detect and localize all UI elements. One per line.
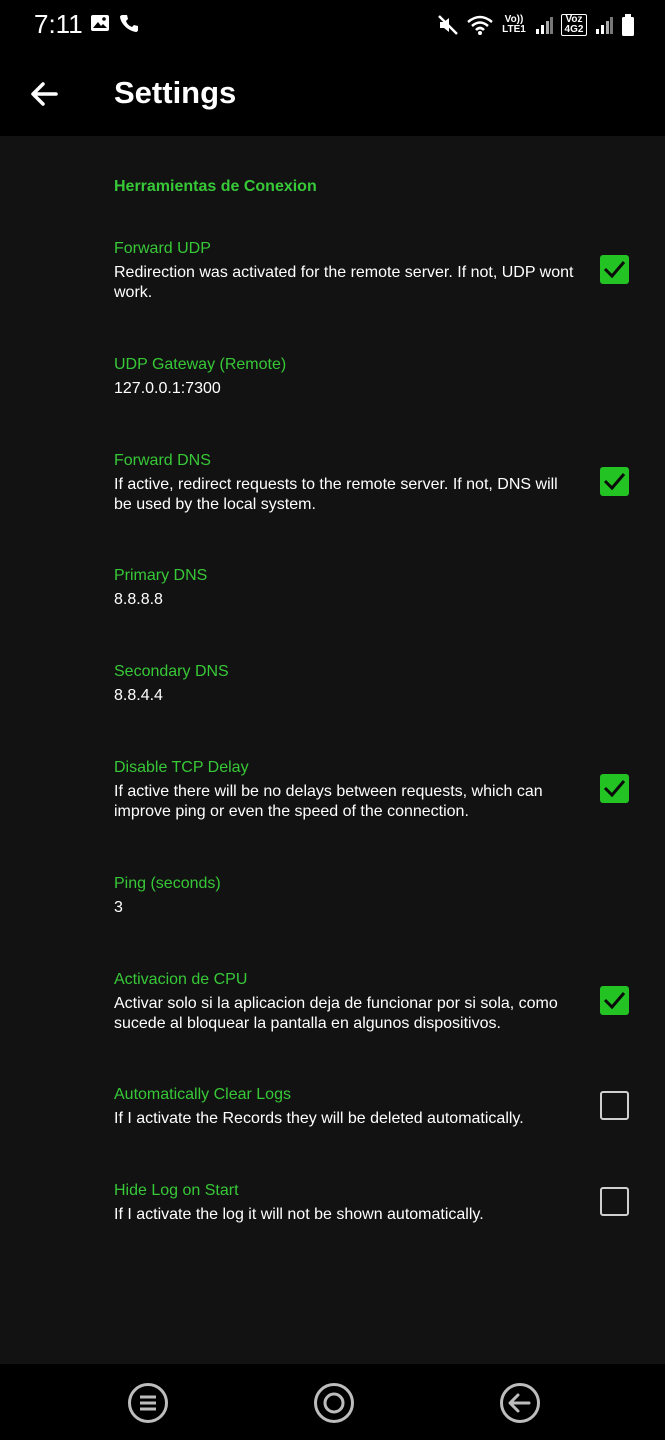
app-bar: Settings [0,50,665,136]
mute-icon [438,15,458,35]
pref-summary: Activar solo si la aplicacion deja de fu… [114,995,558,1032]
back-icon [500,1383,540,1423]
pref-summary: 3 [114,899,123,916]
page-title: Settings [114,75,237,110]
recents-icon [128,1383,168,1423]
pref-title: Secondary DNS [114,663,229,680]
home-icon [314,1383,354,1423]
image-icon [91,15,109,31]
checkbox-disable-tcp-delay[interactable] [600,774,629,803]
checkbox-hide-log-on-start[interactable] [600,1187,629,1216]
pref-summary: 127.0.0.1:7300 [114,380,221,397]
pref-title: Hide Log on Start [114,1182,239,1199]
phone-icon [120,15,138,32]
status-bar: 7:11 Vo)) LTE1 Voz 4G2 [0,0,665,50]
signal-icon [536,17,553,34]
pref-title: UDP Gateway (Remote) [114,356,287,373]
pref-summary: If active, redirect requests to the remo… [114,476,558,513]
back-button[interactable] [26,74,66,114]
check-icon [603,780,626,798]
arrow-left-icon [31,82,58,106]
pref-summary: If active there will be no delays betwee… [114,783,543,820]
checkbox-auto-clear-logs[interactable] [600,1091,629,1120]
check-icon [603,992,626,1010]
pref-summary: 8.8.4.4 [114,687,163,704]
pref-summary: If I activate the Records they will be d… [114,1110,524,1127]
battery-icon [622,14,634,36]
settings-list: Herramientas de Conexion Forward UDP Red… [0,136,665,1364]
pref-title: Primary DNS [114,567,208,584]
nav-bar [0,1364,665,1440]
pref-title: Disable TCP Delay [114,759,249,776]
pref-title: Activacion de CPU [114,971,248,988]
pref-summary: 8.8.8.8 [114,591,163,608]
check-icon [603,473,626,491]
pref-title: Automatically Clear Logs [114,1086,291,1103]
checkbox-forward-udp[interactable] [600,255,629,284]
wifi-icon [467,15,493,35]
pref-title: Forward UDP [114,240,211,257]
pref-title: Forward DNS [114,452,211,469]
signal-icon-2 [596,17,613,34]
pref-summary: If I activate the log it will not be sho… [114,1206,484,1223]
checkbox-activacion-cpu[interactable] [600,986,629,1015]
category-header: Herramientas de Conexion [114,178,317,195]
checkbox-forward-dns[interactable] [600,467,629,496]
status-right-icons: Vo)) LTE1 Voz 4G2 [437,10,635,40]
check-icon [603,261,626,279]
status-time: 7:11 [34,9,83,39]
network-label-1: Vo)) LTE1 [502,14,526,35]
network-label-2: Voz 4G2 [561,14,587,36]
home-button[interactable] [313,1382,355,1424]
nav-back-button[interactable] [499,1382,541,1424]
pref-summary: Redirection was activated for the remote… [114,264,574,301]
pref-title: Ping (seconds) [114,875,221,892]
recents-button[interactable] [127,1382,169,1424]
